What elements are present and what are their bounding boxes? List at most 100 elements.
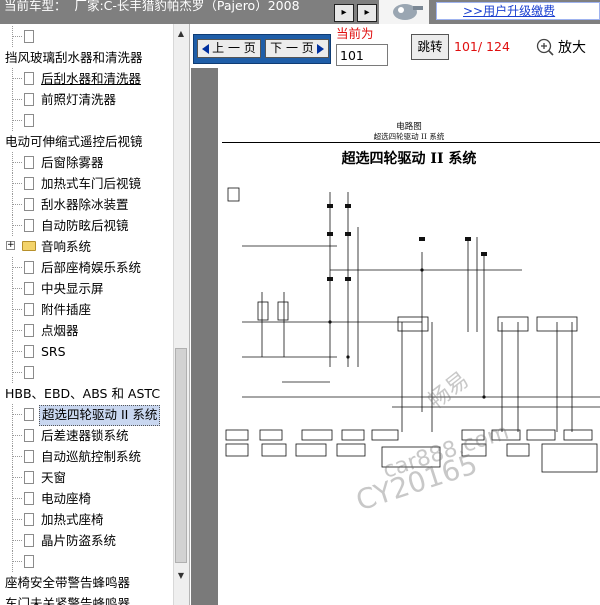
jump-button[interactable]: 跳转 [411, 34, 449, 60]
arrow-left-icon [202, 44, 209, 54]
tree-connector [12, 267, 22, 268]
mascot-logo [379, 0, 429, 24]
tree-item-label: SRS [41, 344, 66, 359]
tree-item-label: 天窗 [41, 470, 67, 485]
tree-connector [12, 330, 22, 331]
tree-item[interactable]: 自动防眩后视镜 [0, 215, 173, 236]
tree-connector [12, 225, 22, 226]
tree-item[interactable]: 后刮水器和清洗器 [0, 68, 173, 89]
expand-icon[interactable]: + [6, 241, 15, 250]
tree-item[interactable] [0, 551, 173, 572]
tree-connector [12, 288, 22, 289]
prev-page-label: 上 一 页 [212, 41, 256, 55]
folder-icon [22, 241, 36, 251]
tree-item[interactable]: 后窗除雾器 [0, 152, 173, 173]
tree-item-label: 前照灯清洗器 [41, 92, 117, 107]
tree-item[interactable]: 晶片防盗系统 [0, 530, 173, 551]
tree-item-label: 电动可伸缩式遥控后视镜 [5, 134, 143, 149]
page-header-title: 电路图 [396, 122, 422, 132]
forward-button[interactable]: ▸ [357, 4, 377, 22]
current-vehicle-label: 当前车型： 厂家:C-长丰猎豹帕杰罗（Pajero）2008 [4, 0, 300, 13]
tree-folder[interactable]: + 音响系统 [0, 236, 173, 257]
tree-item[interactable]: 加热式车门后视镜 [0, 173, 173, 194]
tree-connector [12, 372, 22, 373]
tree-connector [12, 414, 22, 415]
tree-section[interactable]: 座椅安全带警告蜂鸣器 [0, 572, 173, 593]
header-rule [222, 142, 600, 143]
play-button[interactable]: ▸ [334, 4, 354, 22]
tree-connector [12, 99, 22, 100]
tree-item[interactable]: 刮水器除冰装置 [0, 194, 173, 215]
tree-item[interactable]: 后差速器锁系统 [0, 425, 173, 446]
tree-item-label: HBB、EBD、ABS 和 ASTC [5, 386, 161, 401]
arrow-right-icon [317, 44, 324, 54]
tree-item[interactable] [0, 26, 173, 47]
next-page-button[interactable]: 下 一 页 [265, 39, 329, 58]
zoom-in-icon [536, 38, 554, 56]
tree-item-label: 晶片防盗系统 [41, 533, 117, 548]
scroll-up-icon[interactable]: ▲ [174, 26, 188, 42]
tree-connector [12, 36, 22, 37]
tree-item-label: 后差速器锁系统 [41, 428, 129, 443]
tree-item[interactable]: 后部座椅娱乐系统 [0, 257, 173, 278]
tree-item-label: 附件插座 [41, 302, 92, 317]
zoom-in-button[interactable]: 放大 [530, 34, 592, 62]
document-icon [24, 534, 34, 547]
tree-item-label: 后窗除雾器 [41, 155, 104, 170]
document-icon [24, 492, 34, 505]
prev-page-button[interactable]: 上 一 页 [197, 39, 261, 58]
tree-section[interactable]: HBB、EBD、ABS 和 ASTC [0, 383, 173, 404]
tree-item[interactable]: 电动座椅 [0, 488, 173, 509]
tree-item-label: 电动座椅 [41, 491, 92, 506]
chapter-tree: 挡风玻璃刮水器和清洗器后刮水器和清洗器 前照灯清洗器电动可伸缩式遥控后视镜 后窗除雾… [0, 24, 173, 605]
wiring-diagram [225, 187, 600, 473]
scroll-thumb[interactable] [175, 348, 187, 563]
document-icon [24, 345, 34, 358]
document-icon [24, 450, 34, 463]
tree-item-label: 后刮水器和清洗器 [41, 71, 142, 86]
tree-connector [12, 120, 22, 121]
next-page-label: 下 一 页 [270, 41, 314, 55]
document-icon [24, 72, 34, 85]
tree-item-label: 车门未关紧警告蜂鸣器 [5, 596, 131, 605]
tree-section[interactable]: 电动可伸缩式遥控后视镜 [0, 131, 173, 152]
tree-item-label: 超选四轮驱动 II 系统 [39, 405, 161, 426]
diagram-title: 超选四轮驱动 II 系统 [341, 151, 477, 167]
viewer-margin [191, 68, 218, 605]
page-count: 101/ 124 [454, 39, 510, 54]
document-icon [24, 177, 34, 190]
document-icon [24, 408, 34, 421]
tree-connector [12, 204, 22, 205]
user-upgrade-link[interactable]: >>用户升级缴费 [436, 2, 600, 20]
scroll-down-icon[interactable]: ▼ [174, 568, 188, 584]
zoom-label: 放大 [558, 40, 586, 56]
tree-item[interactable]: SRS [0, 341, 173, 362]
tree-item-label: 音响系统 [41, 239, 92, 254]
tree-item[interactable]: 天窗 [0, 467, 173, 488]
tree-item[interactable]: 中央显示屏 [0, 278, 173, 299]
document-icon [24, 366, 34, 379]
tree-item[interactable]: 点烟器 [0, 320, 173, 341]
current-page-label: 当前为 [336, 26, 374, 41]
tree-item-label: 挡风玻璃刮水器和清洗器 [5, 50, 143, 65]
tree-section[interactable]: 车门未关紧警告蜂鸣器 [0, 593, 173, 605]
tree-connector [12, 561, 22, 562]
tree-item[interactable]: 超选四轮驱动 II 系统 [0, 404, 173, 426]
tree-connector [12, 540, 22, 541]
tree-item[interactable] [0, 110, 173, 131]
tree-item-label: 座椅安全带警告蜂鸣器 [5, 575, 131, 590]
tree-connector [12, 456, 22, 457]
page-number-input[interactable] [336, 44, 388, 66]
tree-item[interactable]: 附件插座 [0, 299, 173, 320]
document-icon [24, 282, 34, 295]
chapter-tree-panel: 挡风玻璃刮水器和清洗器后刮水器和清洗器 前照灯清洗器电动可伸缩式遥控后视镜 后窗除雾… [0, 24, 190, 605]
tree-item-label: 中央显示屏 [41, 281, 104, 296]
tree-section[interactable]: 挡风玻璃刮水器和清洗器 [0, 47, 173, 68]
tree-item[interactable]: 自动巡航控制系统 [0, 446, 173, 467]
document-icon [24, 30, 34, 43]
tree-item[interactable]: 前照灯清洗器 [0, 89, 173, 110]
tree-item[interactable] [0, 362, 173, 383]
tree-item-label: 加热式车门后视镜 [41, 176, 142, 191]
tree-item[interactable]: 加热式座椅 [0, 509, 173, 530]
tree-connector [12, 498, 22, 499]
